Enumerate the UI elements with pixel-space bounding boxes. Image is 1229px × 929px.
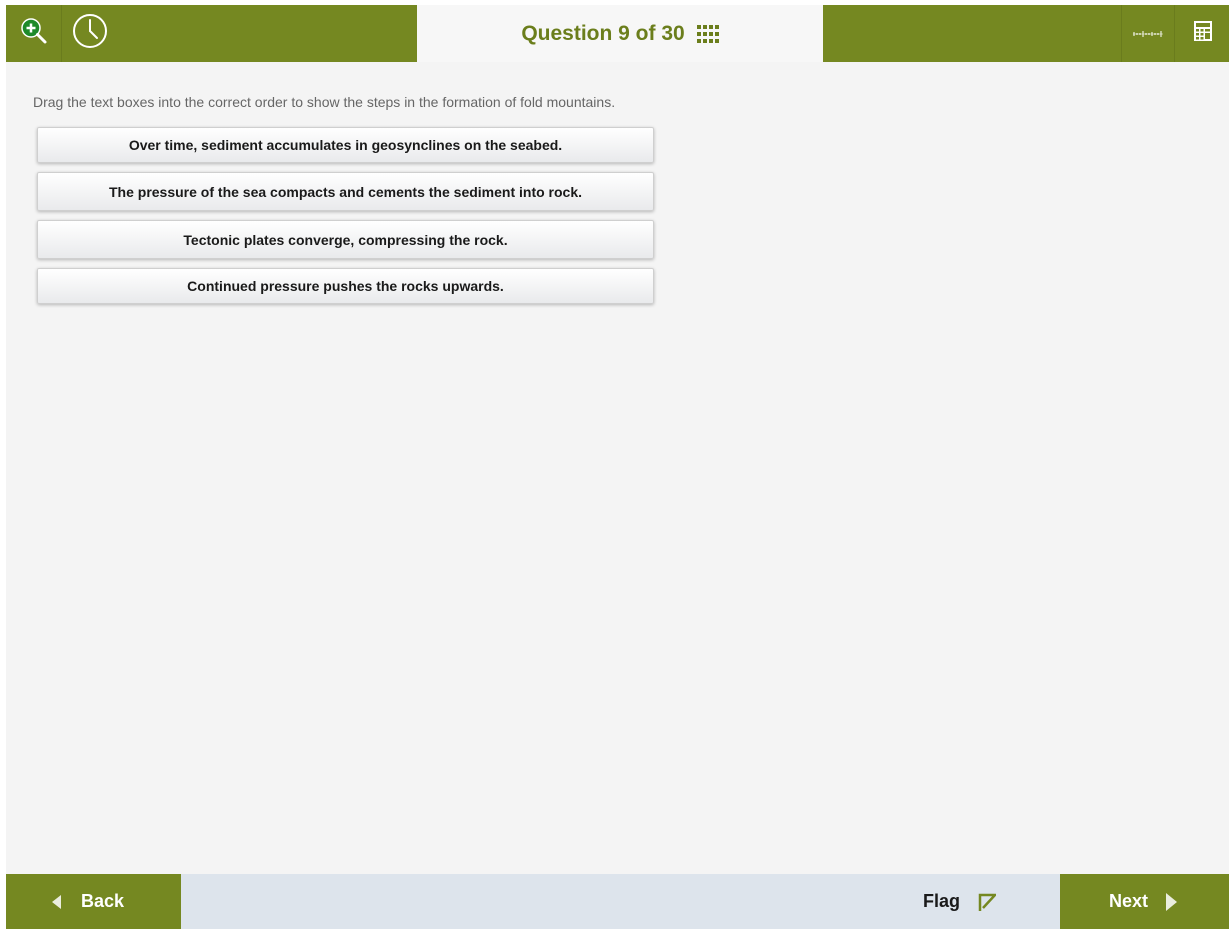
drag-item[interactable]: The pressure of the sea compacts and cem… bbox=[37, 172, 654, 211]
flag-button[interactable]: Flag bbox=[906, 874, 1056, 929]
calculator-icon bbox=[1193, 21, 1212, 46]
drag-item[interactable]: Continued pressure pushes the rocks upwa… bbox=[37, 268, 654, 304]
drag-item[interactable]: Tectonic plates converge, compressing th… bbox=[37, 220, 654, 259]
flag-label: Flag bbox=[923, 891, 961, 911]
ruler-button[interactable] bbox=[1121, 5, 1174, 62]
question-instruction: Drag the text boxes into the correct ord… bbox=[33, 94, 616, 110]
zoom-in-icon bbox=[20, 17, 48, 50]
bottom-toolbar: Back Flag Next bbox=[6, 874, 1229, 929]
clock-icon bbox=[72, 13, 108, 54]
arrow-left-icon bbox=[52, 894, 61, 909]
next-label: Next bbox=[1109, 891, 1149, 911]
question-counter: Question 9 of 30 bbox=[521, 21, 685, 45]
drag-item[interactable]: Over time, sediment accumulates in geosy… bbox=[37, 127, 654, 163]
timer-button[interactable] bbox=[62, 5, 117, 62]
top-toolbar: Question 9 of 30 bbox=[6, 5, 1229, 62]
arrow-right-icon bbox=[1166, 892, 1178, 911]
back-label: Back bbox=[81, 891, 125, 911]
grid-icon[interactable] bbox=[696, 24, 719, 43]
zoom-button[interactable] bbox=[6, 5, 62, 62]
question-navigator[interactable]: Question 9 of 30 bbox=[417, 5, 823, 62]
calculator-button[interactable] bbox=[1174, 5, 1229, 62]
app-frame: Question 9 of 30 Drag the text boxes int… bbox=[6, 5, 1229, 929]
ruler-icon bbox=[1133, 25, 1163, 43]
back-button[interactable]: Back bbox=[6, 874, 181, 929]
flag-icon bbox=[978, 893, 997, 911]
next-button[interactable]: Next bbox=[1060, 874, 1229, 929]
